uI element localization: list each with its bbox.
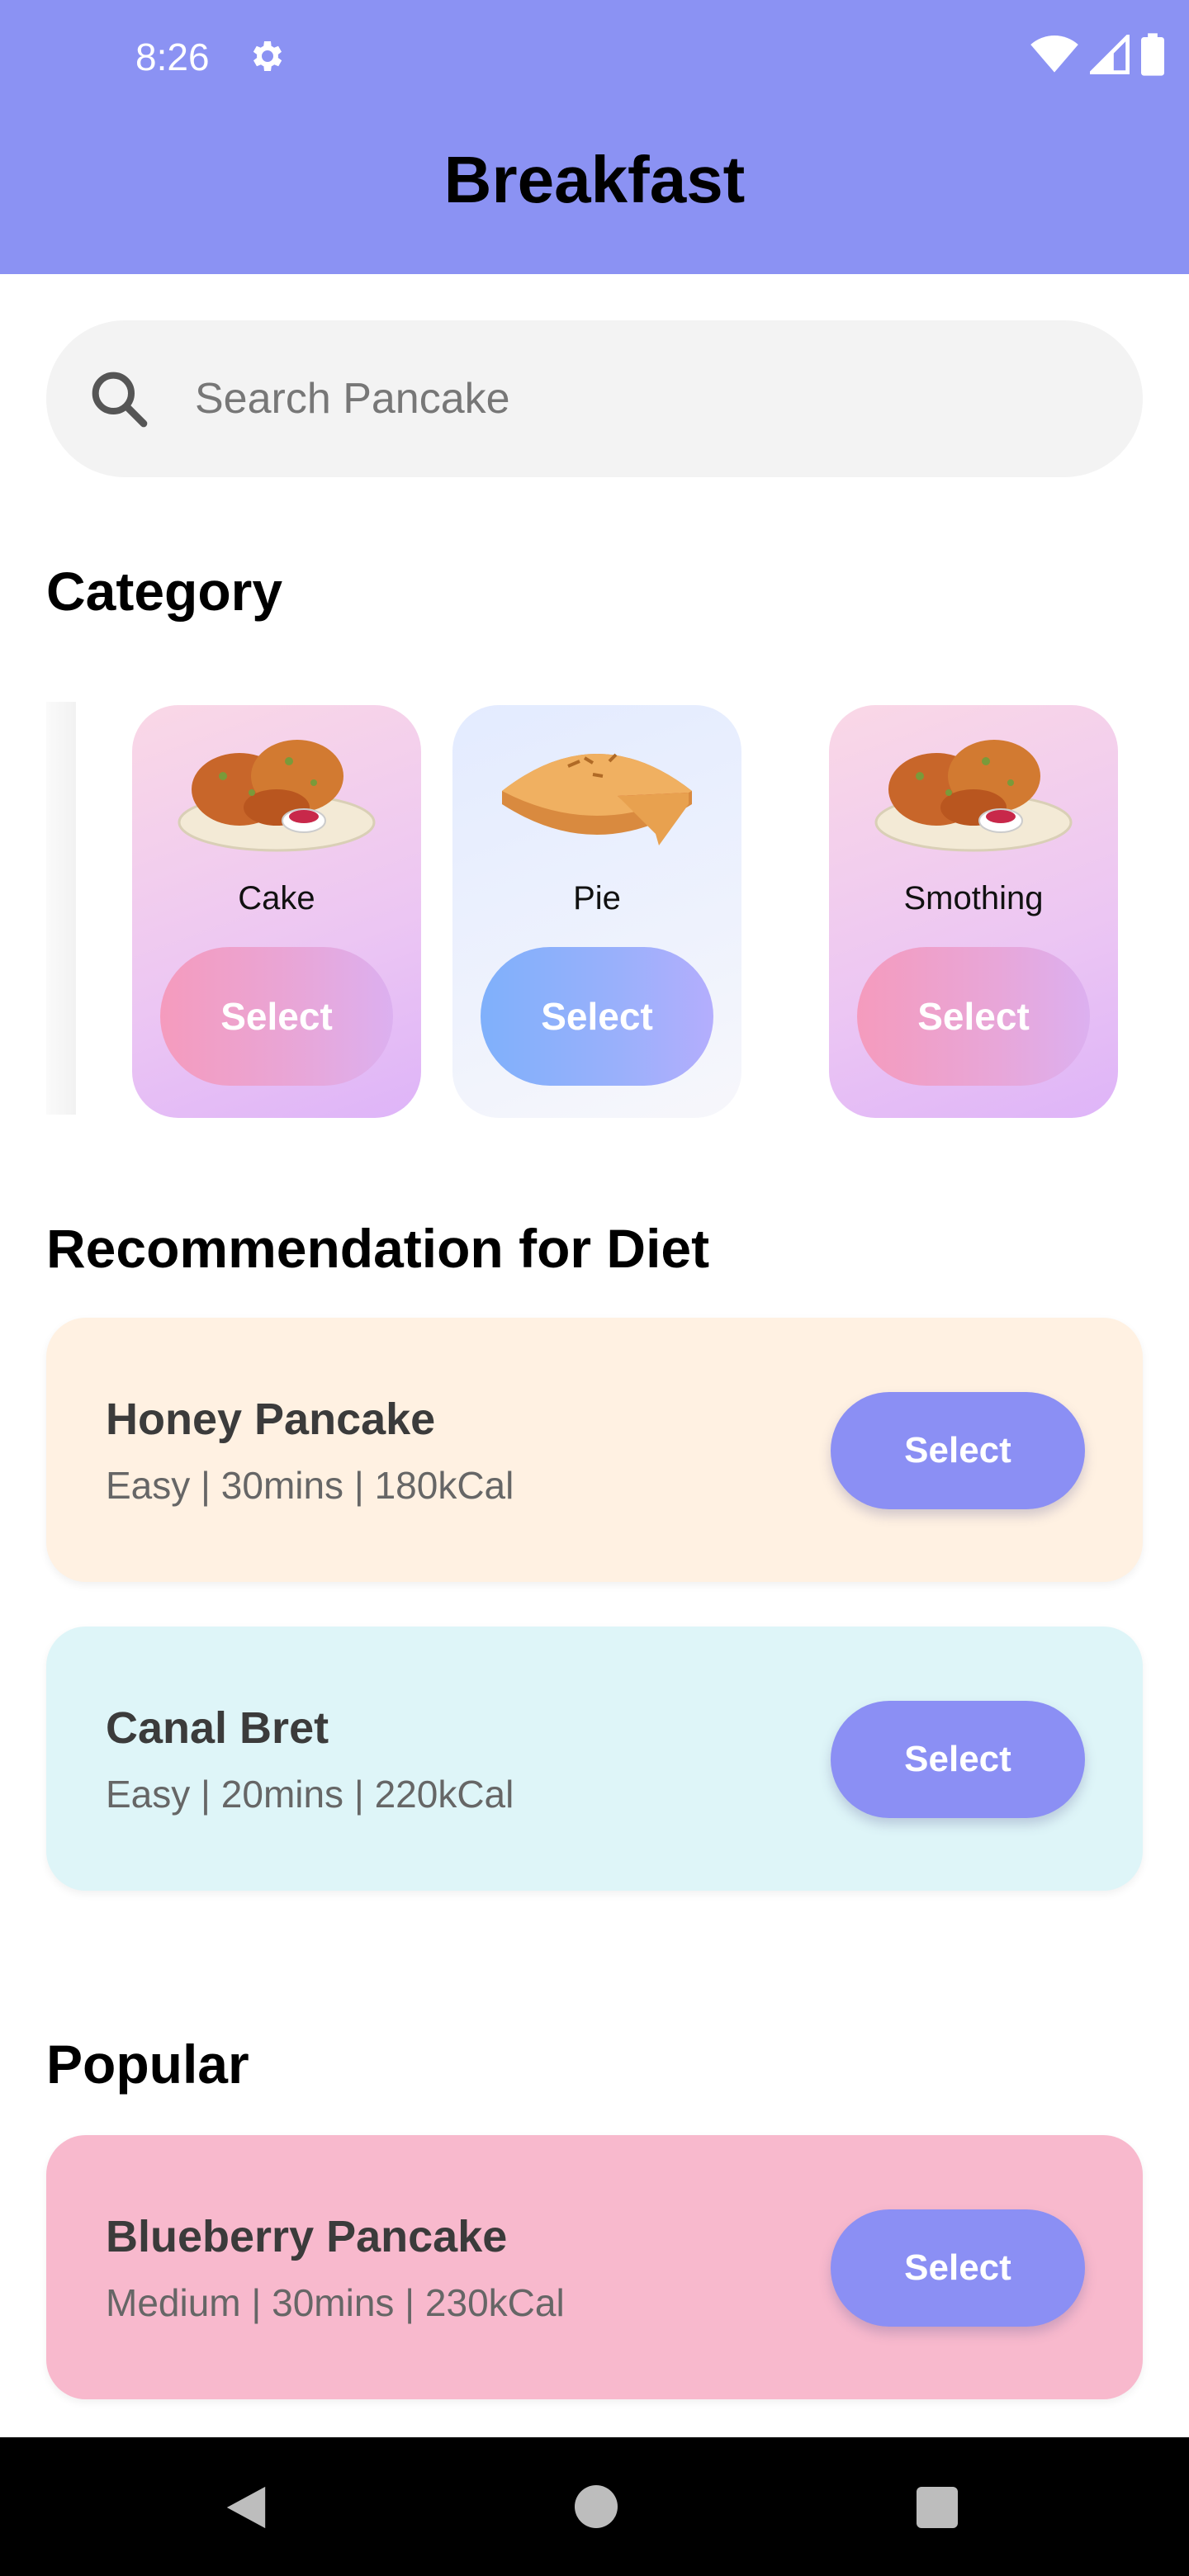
category-title: Category — [46, 561, 283, 622]
diet-name: Honey Pancake — [106, 1395, 436, 1444]
diet-info: Easy | 20mins | 220kCal — [106, 1773, 514, 1816]
select-button[interactable]: Select — [831, 1701, 1085, 1818]
pie-icon — [502, 753, 692, 845]
select-button[interactable]: Select — [857, 947, 1090, 1086]
category-carousel[interactable]: Cake Select Pie Select Smothing Select — [46, 702, 1143, 1123]
system-nav-bar — [0, 2437, 1189, 2576]
select-button[interactable]: Select — [160, 947, 393, 1086]
battery-icon — [1141, 33, 1164, 76]
select-button[interactable]: Select — [831, 1392, 1085, 1509]
category-card-cake[interactable]: Cake Select — [132, 705, 421, 1118]
diet-info: Easy | 30mins | 180kCal — [106, 1464, 514, 1507]
recommendation-title: Recommendation for Diet — [46, 1218, 710, 1279]
popular-title: Popular — [46, 2034, 249, 2095]
home-icon[interactable] — [575, 2485, 618, 2528]
category-label: Pie — [573, 880, 621, 916]
search-bar[interactable] — [46, 320, 1143, 477]
page-title: Breakfast — [443, 143, 746, 216]
chicken-plate-icon — [178, 740, 376, 852]
status-bar: 8:26 — [0, 0, 1189, 116]
back-icon[interactable] — [223, 2484, 269, 2531]
wifi-icon — [1030, 35, 1078, 73]
status-time: 8:26 — [135, 36, 210, 78]
popular-card-blueberry-pancake[interactable]: Blueberry Pancake Medium | 30mins | 230k… — [46, 2135, 1143, 2399]
app-bar: Breakfast — [0, 116, 1189, 274]
category-label: Cake — [238, 880, 315, 916]
search-input[interactable] — [195, 374, 1021, 424]
signal-icon — [1090, 35, 1130, 74]
diet-name: Blueberry Pancake — [106, 2212, 508, 2261]
select-button[interactable]: Select — [481, 947, 713, 1086]
diet-info: Medium | 30mins | 230kCal — [106, 2281, 565, 2324]
category-card-partial — [46, 702, 76, 1115]
category-card-smothing[interactable]: Smothing Select — [829, 705, 1118, 1118]
category-card-pie[interactable]: Pie Select — [452, 705, 741, 1118]
recent-apps-icon[interactable] — [917, 2487, 958, 2528]
status-icons — [1030, 33, 1164, 76]
select-button[interactable]: Select — [831, 2209, 1085, 2327]
diet-card-canal-bret[interactable]: Canal Bret Easy | 20mins | 220kCal Selec… — [46, 1627, 1143, 1891]
search-icon — [92, 372, 148, 428]
category-label: Smothing — [903, 880, 1044, 916]
diet-card-honey-pancake[interactable]: Honey Pancake Easy | 30mins | 180kCal Se… — [46, 1318, 1143, 1582]
chicken-plate-icon — [874, 740, 1073, 852]
settings-gear-icon — [253, 41, 282, 71]
diet-name: Canal Bret — [106, 1703, 329, 1753]
